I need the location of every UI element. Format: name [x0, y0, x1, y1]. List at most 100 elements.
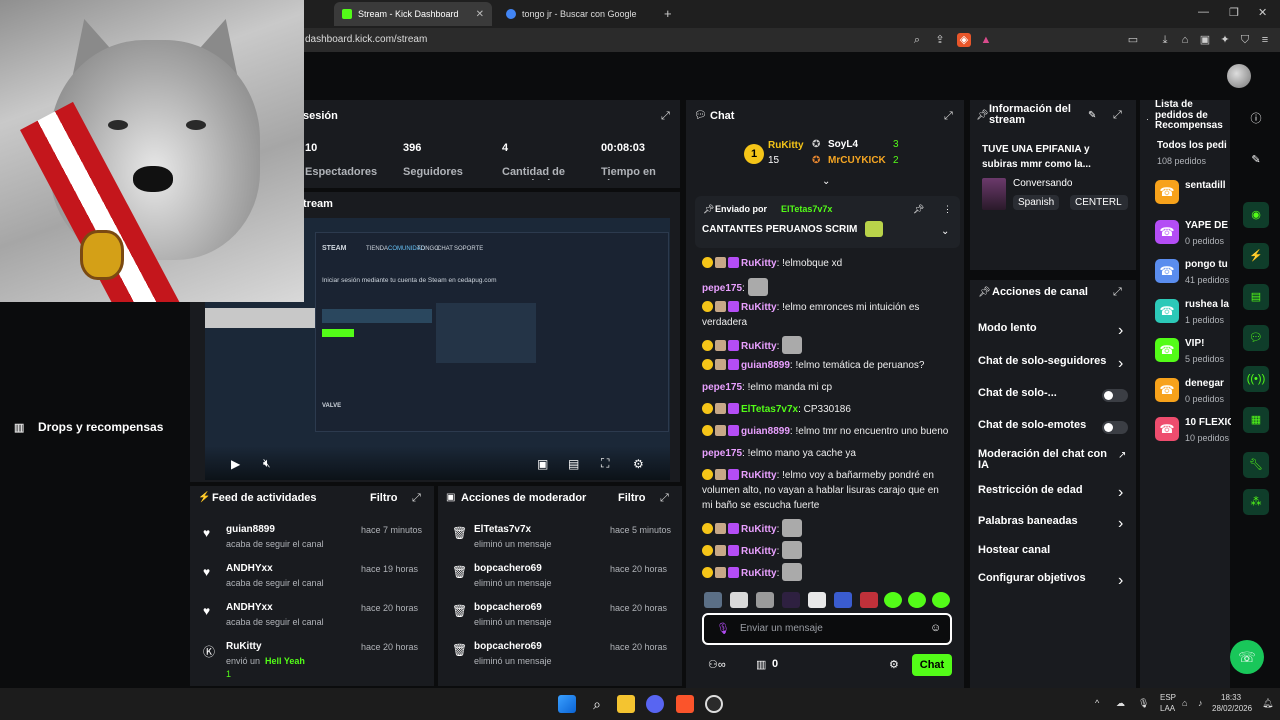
collapse-icon[interactable]: ⌄ — [822, 176, 830, 187]
start-icon[interactable] — [558, 695, 576, 713]
avatar[interactable] — [1227, 64, 1251, 88]
mod-action-item[interactable]: 🗑︎ bopcachero69 hace 20 horas eliminó un me… — [438, 637, 682, 673]
reward-item[interactable]: ☎ pongo tu 41 pedidos — [1155, 257, 1231, 297]
tab-kick-dashboard[interactable]: Stream - Kick Dashboard ✕ — [334, 2, 492, 26]
camera-icon[interactable]: ◉ — [1243, 202, 1269, 228]
chevron-right-icon[interactable]: › — [1118, 484, 1123, 502]
layers-icon[interactable]: ▦ — [1243, 407, 1269, 433]
maximize-icon[interactable]: ❐ — [1229, 6, 1239, 19]
reward-item[interactable]: ☎ 10 FLEXIO 10 pedidos — [1155, 415, 1231, 455]
activity-item[interactable]: ♥ guian8899 hace 7 minutos acaba de seguir … — [190, 520, 434, 556]
tab-google-search[interactable]: tongo jr - Buscar con Google — [498, 2, 658, 26]
share-icon[interactable]: ⇪ — [933, 33, 947, 47]
chevron-right-icon[interactable]: › — [1118, 355, 1123, 373]
edit-icon[interactable]: ✎ — [1088, 110, 1096, 121]
puzzle-icon[interactable]: ⁂ — [1243, 489, 1269, 515]
channel-action-label[interactable]: Chat de solo-seguidores — [978, 356, 1114, 367]
info-icon[interactable]: ⓘ — [1243, 106, 1269, 132]
expand-icon[interactable]: ⤢ — [660, 492, 669, 505]
emote-2[interactable] — [730, 592, 748, 608]
expand-icon[interactable]: ⤢ — [1113, 109, 1122, 122]
activity-item[interactable]: Ⓚ RuKitty hace 20 horas envió un Hell Yeah 1 — [190, 637, 434, 679]
channel-action-label[interactable]: Modo lento — [978, 323, 1114, 334]
users-icon[interactable]: ⚇∞ — [708, 658, 726, 671]
wallet-icon[interactable]: ▣ — [1198, 33, 1212, 47]
sidebar-toggle-icon[interactable]: ▭ — [1126, 33, 1140, 47]
reward-item[interactable]: ☎ rushea la 1 pedidos — [1155, 297, 1231, 337]
mod-filter-button[interactable]: Filtro — [618, 492, 646, 504]
more-icon[interactable]: ⋮ — [943, 204, 952, 215]
support-icon[interactable]: ☏ — [1230, 640, 1264, 674]
bolt-icon[interactable]: ⚡ — [1243, 243, 1269, 269]
volume-icon[interactable]: ♪ — [1198, 698, 1203, 708]
emote-6[interactable] — [834, 592, 852, 608]
bookmarks-icon[interactable]: ⌂ — [1178, 33, 1192, 47]
emote-3[interactable] — [756, 592, 774, 608]
download-icon[interactable]: ⤓ — [1158, 33, 1172, 47]
channel-action-label[interactable]: Hostear canal — [978, 545, 1114, 556]
tray-mic-icon[interactable]: 🎙︎ — [1138, 698, 1149, 709]
chevron-right-icon[interactable]: › — [1118, 322, 1123, 340]
url-field[interactable]: dashboard.kick.com/stream — [305, 34, 427, 45]
close-icon[interactable]: ✕ — [476, 9, 484, 20]
play-icon[interactable]: ▶ — [231, 457, 240, 471]
emote-10[interactable] — [932, 592, 950, 608]
mod-action-item[interactable]: 🗑︎ ElTetas7v7x hace 5 minutos eliminó un me… — [438, 520, 682, 556]
tray-app-icon[interactable]: ☁ — [1116, 698, 1125, 709]
new-tab-button[interactable]: + — [664, 6, 672, 21]
gear-icon[interactable]: ⚙ — [889, 658, 899, 671]
activity-item[interactable]: ♥ ANDHYxx hace 19 horas acaba de seguir el … — [190, 559, 434, 595]
activity-item[interactable]: ♥ ANDHYxx hace 20 horas acaba de seguir el … — [190, 598, 434, 634]
brave-rewards-icon[interactable]: ▲ — [979, 33, 993, 47]
gift-icon[interactable]: ▥ — [756, 658, 766, 671]
brave-icon[interactable] — [676, 695, 694, 713]
zoom-icon[interactable]: ⌕ — [910, 33, 924, 47]
reward-item[interactable]: ☎ VIP! 5 pedidos — [1155, 336, 1231, 376]
expand-icon[interactable]: ⤢ — [1113, 286, 1122, 299]
external-link-icon[interactable]: ↗ — [1118, 450, 1126, 461]
emote-1[interactable] — [704, 592, 722, 608]
keyboard-lang[interactable]: ESP — [1160, 693, 1176, 702]
unpin-icon[interactable]: 📌︎ — [913, 204, 924, 215]
expand-icon[interactable]: ⤢ — [412, 492, 421, 505]
network-icon[interactable]: ⌂ — [1182, 698, 1187, 708]
mod-action-item[interactable]: 🗑︎ bopcachero69 hace 20 horas eliminó un me… — [438, 559, 682, 595]
channel-action-label[interactable]: Palabras baneadas — [978, 516, 1114, 527]
wrench-icon[interactable]: 🔧︎ — [1243, 452, 1269, 478]
fullscreen-icon[interactable]: ⛶ — [601, 456, 609, 471]
close-window-icon[interactable]: ✕ — [1258, 6, 1267, 19]
emote-7[interactable] — [860, 592, 878, 608]
vpn-icon[interactable]: ⛉ — [1238, 33, 1252, 47]
emote-5[interactable] — [808, 592, 826, 608]
sidebar-item-drops[interactable]: ▥ Drops y recompensas — [14, 420, 163, 434]
expand-icon[interactable]: ⤢ — [661, 110, 670, 123]
emote-9[interactable] — [908, 592, 926, 608]
notification-icon[interactable]: 🔔︎ — [1262, 698, 1273, 709]
menu-icon[interactable]: ≡ — [1258, 33, 1272, 47]
settings-icon[interactable]: ⚙ — [633, 457, 644, 471]
mod-action-item[interactable]: 🗑︎ bopcachero69 hace 20 horas eliminó un me… — [438, 598, 682, 634]
file-explorer-icon[interactable] — [617, 695, 635, 713]
activity-filter-button[interactable]: Filtro — [370, 492, 398, 504]
document-icon[interactable]: ▤ — [1243, 284, 1269, 310]
pip-icon[interactable]: ▣ — [537, 457, 548, 471]
channel-action-label[interactable]: Restricción de edad — [978, 485, 1114, 496]
reward-item[interactable]: ☎ sentadill — [1155, 178, 1231, 218]
minimize-icon[interactable]: — — [1198, 6, 1209, 18]
channel-action-label[interactable]: Moderación del chat con IA — [978, 449, 1114, 471]
send-chat-button[interactable]: Chat — [912, 654, 952, 676]
reward-item[interactable]: ☎ YAPE DE 0 pedidos — [1155, 218, 1231, 258]
emote-4[interactable] — [782, 592, 800, 608]
toggle-switch[interactable] — [1102, 421, 1128, 434]
search-icon[interactable]: ⌕ — [588, 695, 606, 713]
chat-bubble-icon[interactable]: 💬︎ — [1243, 325, 1269, 351]
chevron-down-icon[interactable]: ⌄ — [941, 226, 949, 237]
obs-icon[interactable] — [705, 695, 723, 713]
discord-icon[interactable] — [646, 695, 664, 713]
chat-input[interactable]: 🎙︎ Enviar un mensaje ☺ — [702, 613, 952, 645]
channel-action-label[interactable]: Chat de solo-emotes — [978, 420, 1114, 431]
channel-action-label[interactable]: Configurar objetivos — [978, 573, 1114, 584]
broadcast-icon[interactable]: ((•)) — [1243, 366, 1269, 392]
brave-shield-icon[interactable]: ◈ — [957, 33, 971, 47]
reward-item[interactable]: ☎ denegar 0 pedidos — [1155, 376, 1231, 416]
